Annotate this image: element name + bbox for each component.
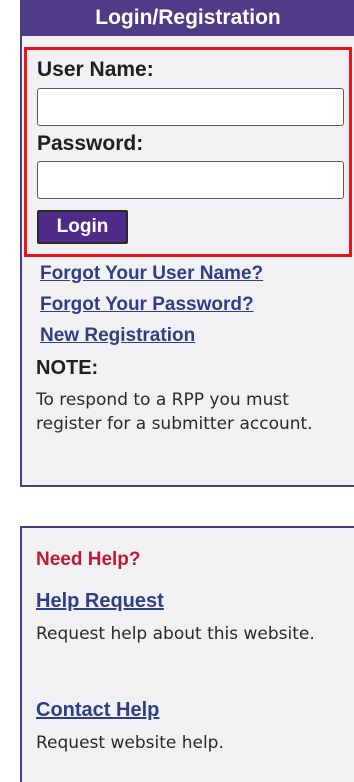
forgot-username-link[interactable]: Forgot Your User Name? [40,263,263,285]
help-request-link[interactable]: Help Request [36,590,164,613]
password-label: Password: [37,132,144,155]
help-request-description: Request help about this website. [36,624,315,644]
login-registration-panel: Login/Registration User Name: Password: … [20,0,354,487]
username-input[interactable] [37,88,344,126]
username-label: User Name: [37,58,154,81]
login-button[interactable]: Login [37,210,128,244]
need-help-panel: Need Help? Help Request Request help abo… [20,526,354,782]
contact-help-link[interactable]: Contact Help [36,699,159,722]
password-input[interactable] [37,161,344,199]
forgot-password-link[interactable]: Forgot Your Password? [40,294,254,316]
note-text: To respond to a RPP you must register fo… [36,390,313,434]
panel-header: Login/Registration [22,0,354,36]
contact-help-description: Request website help. [36,733,224,753]
login-form-highlight: User Name: Password: Login [24,47,352,257]
note-label: NOTE: [36,357,99,379]
new-registration-link[interactable]: New Registration [40,325,195,347]
help-title: Need Help? [36,549,141,570]
